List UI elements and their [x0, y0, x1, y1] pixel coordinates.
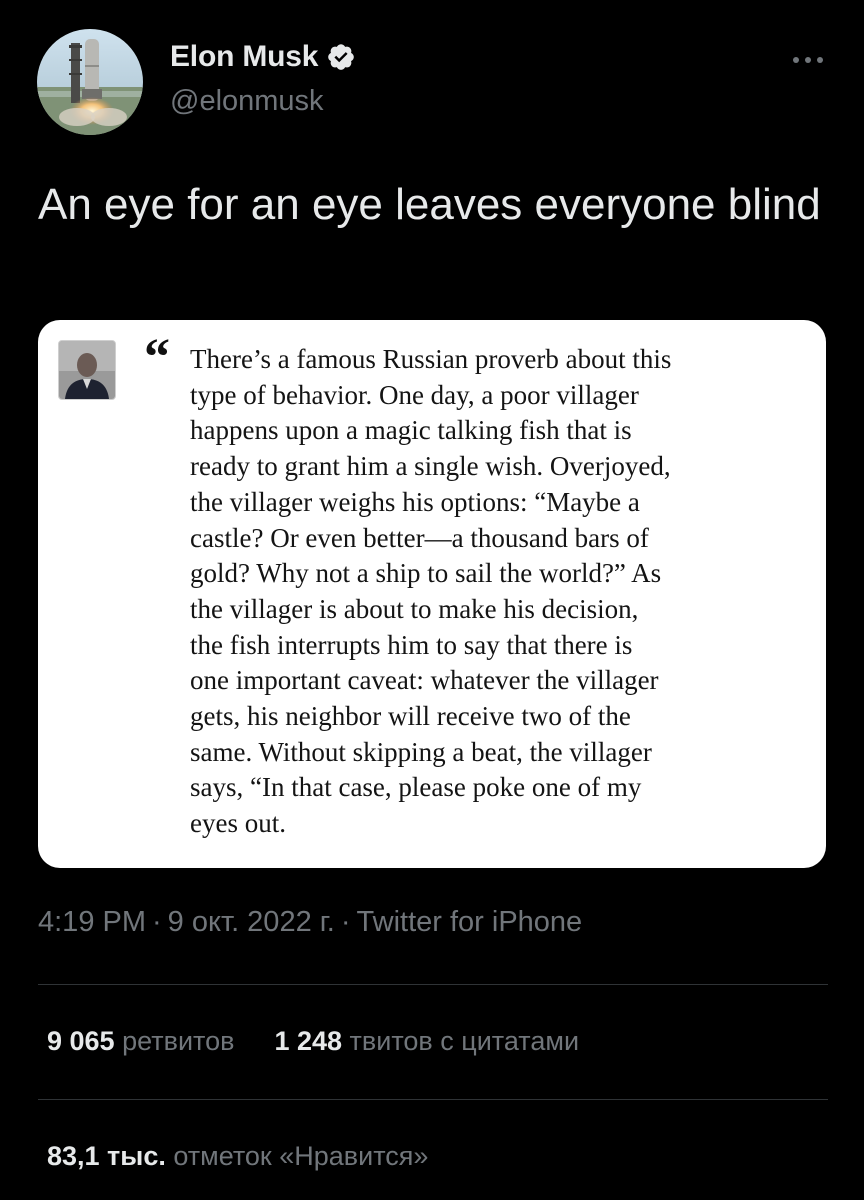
- author-handle[interactable]: @elonmusk: [170, 85, 324, 118]
- retweets-stat[interactable]: 9 065 ретвитов: [47, 1026, 234, 1056]
- engagement-stats: 9 065 ретвитов 1 248 твитов с цитатами: [47, 1026, 619, 1057]
- tweet-date[interactable]: 9 окт. 2022 г.: [168, 906, 335, 938]
- quote-line: gets, his neighbor will receive two of t…: [190, 701, 631, 732]
- likes-label: отметок «Нравится»: [173, 1141, 429, 1171]
- quote-line: the villager weighs his options: “Maybe …: [190, 486, 640, 517]
- divider: [38, 1099, 828, 1100]
- quote-line: one important caveat: whatever the villa…: [190, 665, 659, 696]
- divider: [38, 984, 828, 985]
- more-options-button[interactable]: [788, 48, 828, 72]
- quote-line: the fish interrupts him to say that ther…: [190, 629, 633, 660]
- retweets-label: ретвитов: [122, 1026, 235, 1056]
- author-avatar[interactable]: [37, 29, 143, 135]
- quote-line: happens upon a magic talking fish that i…: [190, 415, 632, 446]
- author-name-text: Elon Musk: [170, 40, 319, 73]
- meta-separator: ·: [340, 906, 351, 938]
- quote-line: the villager is about to make his decisi…: [190, 593, 639, 624]
- author-photo-thumbnail: [58, 340, 116, 400]
- quote-line: ready to grant him a single wish. Overjo…: [190, 451, 671, 482]
- tweet-time[interactable]: 4:19 PM: [38, 906, 146, 938]
- avatar-image: [37, 29, 143, 135]
- verified-badge-icon: [326, 42, 356, 72]
- quote-line: type of behavior. One day, a poor villag…: [190, 379, 639, 410]
- meta-separator: ·: [152, 906, 162, 938]
- more-horizontal-icon: [793, 57, 823, 63]
- tweet-source[interactable]: Twitter for iPhone: [357, 906, 583, 938]
- quote-line: gold? Why not a ship to sail the world?”…: [190, 558, 662, 589]
- quote-tweets-count: 1 248: [274, 1026, 343, 1056]
- quote-tweets-stat[interactable]: 1 248 твитов с цитатами: [274, 1026, 579, 1056]
- quote-line: castle? Or even better—a thousand bars o…: [190, 522, 649, 553]
- quote-tweets-label: твитов с цитатами: [349, 1026, 580, 1056]
- likes-stat[interactable]: 83,1 тыс. отметок «Нравится»: [47, 1141, 428, 1172]
- author-name[interactable]: Elon Musk: [170, 40, 356, 74]
- tweet-meta: 4:19 PM · 9 окт. 2022 г. · Twitter for iPhon…: [38, 906, 582, 939]
- likes-count: 83,1 тыс.: [47, 1141, 166, 1171]
- quote-mark-icon: “: [144, 329, 170, 386]
- quote-line: says, “In that case, please poke one of …: [190, 772, 642, 803]
- quote-line: same. Without skipping a beat, the villa…: [190, 736, 652, 767]
- quote-line: There’s a famous Russian proverb about t…: [190, 344, 672, 374]
- quote-body-text: There’s a famous Russian proverb about t…: [190, 342, 810, 842]
- tweet-text: An eye for an eye leaves everyone blind: [38, 180, 821, 229]
- quote-line: eyes out.: [190, 808, 286, 839]
- retweets-count: 9 065: [47, 1026, 115, 1056]
- attached-image-card[interactable]: “ There’s a famous Russian proverb about…: [38, 320, 826, 868]
